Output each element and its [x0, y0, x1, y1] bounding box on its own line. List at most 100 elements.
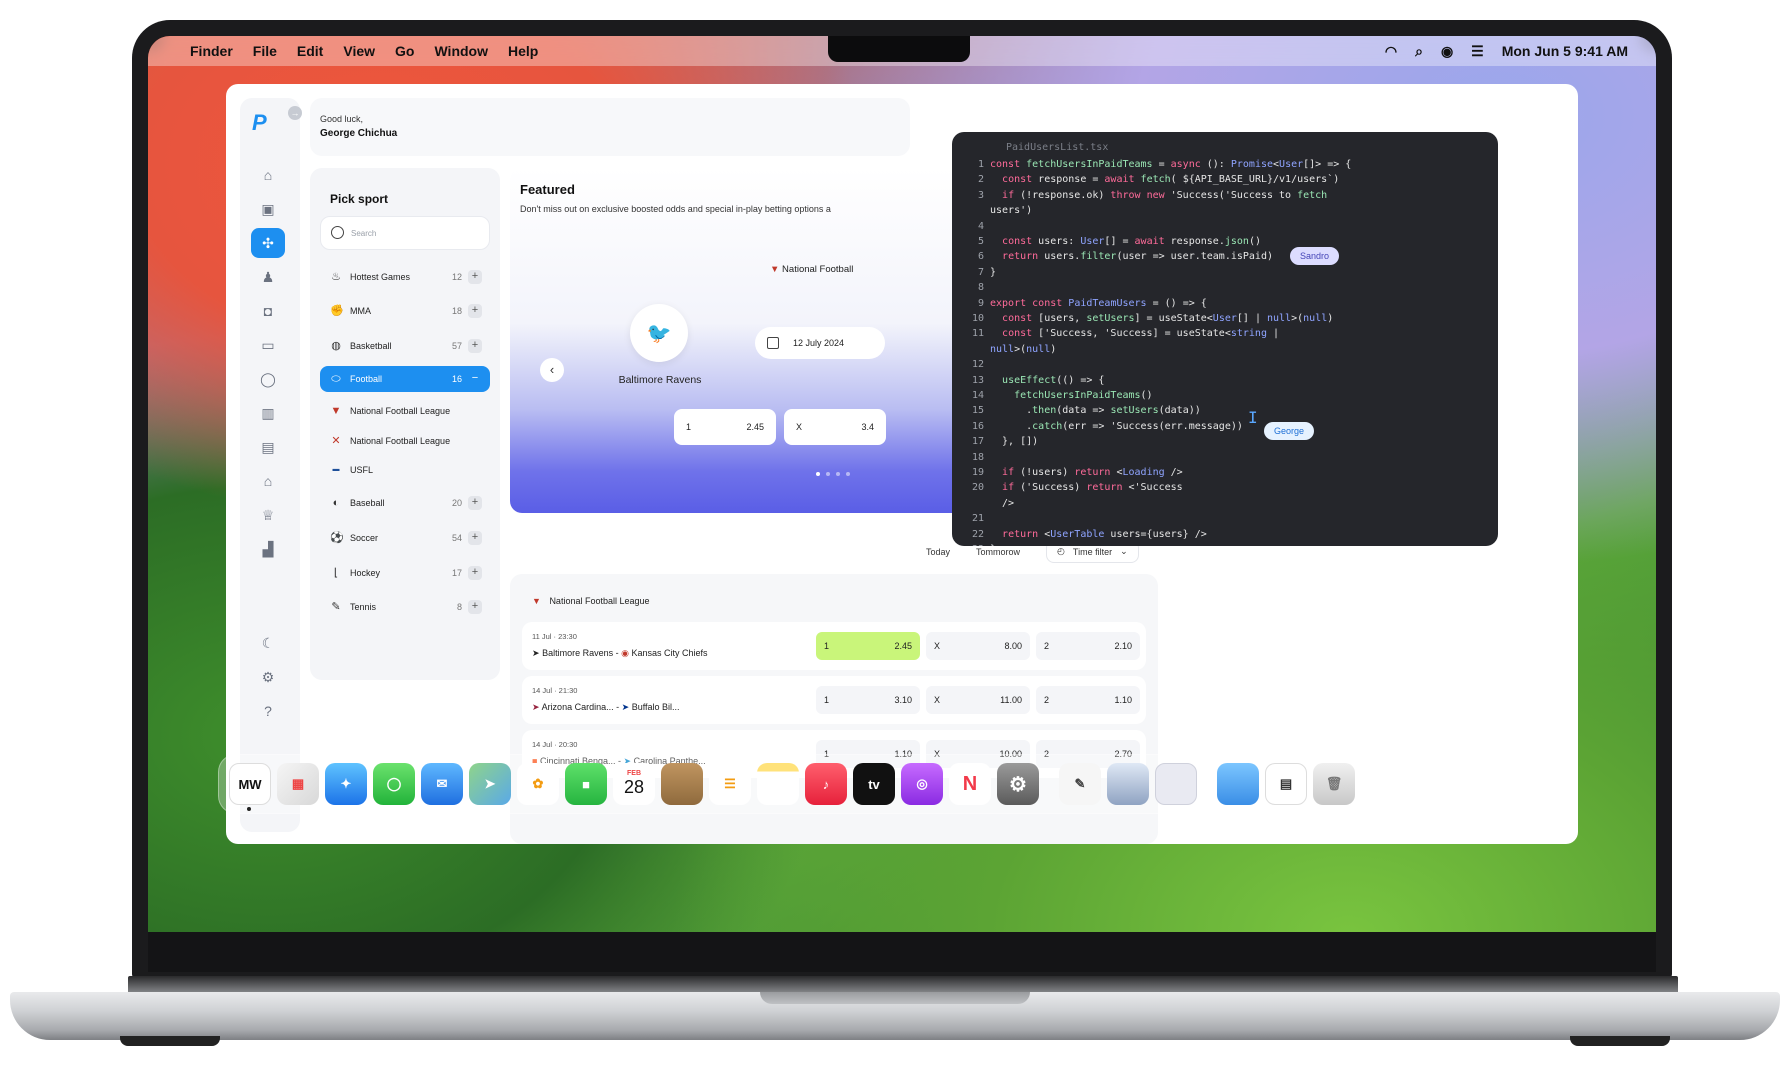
featured-odd-x[interactable]: X 3.4 — [784, 409, 886, 445]
league-item-nfl-2[interactable]: ✕ National Football League — [320, 426, 490, 456]
home-icon[interactable]: ⌂ — [251, 160, 285, 190]
filter-today[interactable]: Today — [926, 547, 950, 557]
code-line[interactable]: users') — [990, 205, 1032, 216]
trophy-icon[interactable]: ♕ — [251, 500, 285, 530]
menu-finder[interactable]: Finder — [190, 43, 233, 59]
carousel-prev-button[interactable]: ‹ — [540, 358, 564, 382]
league-item-nfl[interactable]: ▼ National Football League — [320, 396, 490, 426]
news-icon[interactable]: ▤ — [251, 432, 285, 462]
carousel-dot[interactable] — [826, 472, 830, 476]
clock[interactable]: Mon Jun 5 9:41 AM — [1502, 43, 1628, 59]
mail-icon[interactable]: ✉ — [421, 763, 463, 805]
tv-icon[interactable]: tv — [853, 763, 895, 805]
featured-odd-1[interactable]: 1 2.45 — [674, 409, 776, 445]
music-icon[interactable]: ♪ — [805, 763, 847, 805]
code-line[interactable]: .catch(err => 'Success(err.message)) — [990, 421, 1243, 432]
menu-help[interactable]: Help — [508, 43, 538, 59]
code-line[interactable]: fetchUsersInPaidTeams() — [990, 390, 1152, 401]
code-line[interactable]: if (!users) return <Loading /> — [990, 467, 1183, 478]
system-settings-icon[interactable]: ⚙ — [997, 763, 1039, 805]
odd-away-button[interactable]: 2 2.10 — [1036, 632, 1140, 660]
users-icon[interactable]: ♟ — [251, 262, 285, 292]
code-line[interactable]: return users.filter(user => user.team.is… — [990, 251, 1273, 262]
expand-button[interactable]: + — [468, 304, 482, 318]
code-line[interactable]: const [users, setUsers] = useState<User[… — [990, 313, 1333, 324]
menu-edit[interactable]: Edit — [297, 43, 323, 59]
sport-item-hockey[interactable]: ⌊ Hockey 17 + — [320, 558, 490, 588]
gamepad-icon[interactable]: ▭ — [251, 330, 285, 360]
photos-icon[interactable]: ✿ — [517, 763, 559, 805]
sport-search-input[interactable]: Search — [320, 216, 490, 250]
collapse-arrow-icon[interactable]: → — [288, 106, 302, 120]
bank-icon[interactable]: ⌂ — [251, 466, 285, 496]
odd-home-button[interactable]: 1 3.10 — [816, 686, 920, 714]
lightbulb-icon[interactable]: ◯ — [251, 364, 285, 394]
launchpad-icon[interactable]: ▦ — [277, 763, 319, 805]
user-icon[interactable]: ◉ — [1441, 43, 1453, 60]
odd-draw-button[interactable]: X 11.00 — [926, 686, 1030, 714]
safari-icon[interactable]: ✦ — [325, 763, 367, 805]
facetime-icon[interactable]: ■ — [565, 763, 607, 805]
maps-icon[interactable]: ➤ — [469, 763, 511, 805]
sport-item-football[interactable]: ⬭ Football 16 − — [320, 366, 490, 392]
expand-button[interactable]: + — [468, 531, 482, 545]
folder-icon[interactable] — [1217, 763, 1259, 805]
carousel-dot[interactable] — [816, 472, 820, 476]
moon-icon[interactable]: ☾ — [251, 628, 285, 658]
control-center-icon[interactable]: ☰ — [1471, 43, 1484, 60]
search-icon[interactable]: ⌕ — [1415, 43, 1423, 60]
code-line[interactable]: return <UserTable users={users} /> — [990, 529, 1207, 540]
code-line[interactable]: if (!response.ok) throw new 'Success('Su… — [990, 190, 1327, 201]
expand-button[interactable]: + — [468, 339, 482, 353]
code-line[interactable]: export const PaidTeamUsers = () => { — [990, 298, 1207, 309]
sports-icon[interactable]: ✣ — [251, 228, 285, 258]
code-line[interactable]: .then(data => setUsers(data)) — [990, 405, 1201, 416]
code-line[interactable]: const response = await fetch( ${API_BASE… — [990, 174, 1339, 185]
odd-draw-button[interactable]: X 8.00 — [926, 632, 1030, 660]
expand-button[interactable]: + — [468, 566, 482, 580]
menu-view[interactable]: View — [343, 43, 375, 59]
code-line[interactable]: } — [990, 544, 996, 546]
reminders-icon[interactable]: ☰ — [709, 763, 751, 805]
news-icon[interactable]: N — [949, 763, 991, 805]
podcasts-icon[interactable]: ◎ — [901, 763, 943, 805]
sport-item-basketball[interactable]: ◍ Basketball 57 + — [320, 331, 490, 361]
textedit-icon[interactable]: ✎ — [1059, 763, 1101, 805]
code-line[interactable]: const fetchUsersInPaidTeams = async (): … — [990, 159, 1351, 170]
carousel-dot[interactable] — [836, 472, 840, 476]
messages-icon[interactable]: ◯ — [373, 763, 415, 805]
expand-button[interactable]: + — [468, 600, 482, 614]
code-line[interactable]: } — [990, 267, 996, 278]
sport-item-baseball[interactable]: ◐ Baseball 20 + — [320, 488, 490, 518]
code-line[interactable]: /> — [990, 498, 1014, 509]
help-icon[interactable]: ? — [251, 696, 285, 726]
sport-item-tennis[interactable]: ✎ Tennis 8 + — [320, 592, 490, 622]
code-line[interactable]: const ['Success, 'Success] = useState<st… — [990, 328, 1279, 339]
filter-tomorrow[interactable]: Tommorow — [976, 547, 1020, 557]
code-line[interactable]: const users: User[] = await response.jso… — [990, 236, 1261, 247]
settings-icon[interactable]: ⚙ — [251, 662, 285, 692]
sport-item-soccer[interactable]: ⚽ Soccer 54 + — [320, 523, 490, 553]
code-editor-overlay[interactable]: PaidUsersList.tsx 1 const fetchUsersInPai… — [952, 132, 1498, 546]
dock-app-mw[interactable]: MW — [229, 763, 271, 805]
code-line[interactable]: null>(null) — [990, 344, 1056, 355]
sport-item-hottest-games[interactable]: ♨ Hottest Games 12 + — [320, 262, 490, 292]
expand-button[interactable]: + — [468, 270, 482, 284]
code-line[interactable]: useEffect(() => { — [990, 375, 1104, 386]
activity-icon[interactable]: ▣ — [251, 194, 285, 224]
blank-app-icon[interactable] — [1155, 763, 1197, 805]
odd-away-button[interactable]: 2 1.10 — [1036, 686, 1140, 714]
notes-icon[interactable] — [757, 763, 799, 805]
menu-go[interactable]: Go — [395, 43, 414, 59]
notes-brown-icon[interactable] — [661, 763, 703, 805]
wifi-icon[interactable]: ◠ — [1385, 43, 1397, 60]
bag-icon[interactable]: ◘ — [251, 296, 285, 326]
preview-icon[interactable] — [1107, 763, 1149, 805]
match-row[interactable]: 11 Jul · 23:30 ➤ Baltimore Ravens - ◉ Ka… — [522, 622, 1146, 670]
chart-icon[interactable]: ▟ — [251, 534, 285, 564]
code-line[interactable]: }, []) — [990, 436, 1038, 447]
book-icon[interactable]: ▥ — [251, 398, 285, 428]
odd-home-button[interactable]: 1 2.45 — [816, 632, 920, 660]
carousel-dot[interactable] — [846, 472, 850, 476]
calendar-icon[interactable]: FEB 28 — [613, 763, 655, 805]
